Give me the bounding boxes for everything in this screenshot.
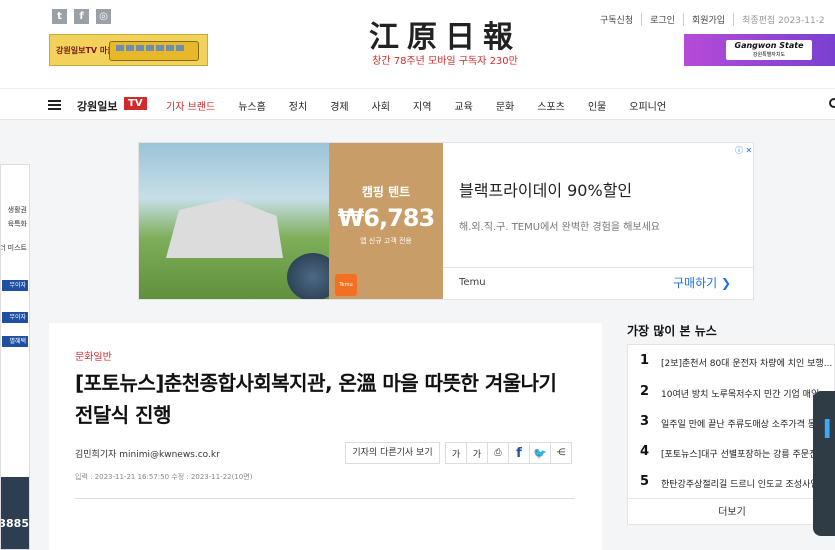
nav-item-news-home[interactable]: 뉴스홈 bbox=[238, 98, 266, 113]
other-articles-button[interactable]: 기자의 다른기사 보기 bbox=[345, 442, 440, 464]
print-icon[interactable]: ⎙ bbox=[487, 442, 509, 464]
tent-photo bbox=[139, 143, 339, 299]
site-header: t f ◎ 강원일보TV 마을버스 江原日報 창간 78주년 모바일 구독자 2… bbox=[0, 0, 835, 88]
popular-rank: 3 bbox=[640, 414, 650, 429]
popular-rank: 2 bbox=[640, 384, 650, 399]
side-ad-line: 별 더 미스트 bbox=[1, 244, 27, 252]
left-side-ad[interactable]: 생활권 육특화 별 더 미스트 무이자 무이자 별혜택 3885 bbox=[0, 164, 30, 550]
font-increase-button[interactable]: 가 bbox=[466, 442, 488, 464]
social-links: t f ◎ bbox=[52, 9, 111, 24]
side-ad-number: 3885 bbox=[0, 517, 29, 530]
popular-news-title: 가장 많이 본 뉴스 bbox=[627, 324, 717, 338]
banner-divider bbox=[443, 267, 753, 268]
nav-item-people[interactable]: 인물 bbox=[588, 98, 606, 113]
site-logo[interactable]: 江原日報 bbox=[340, 12, 550, 56]
nav-item-reporter-brand[interactable]: 기자 브랜드 bbox=[166, 98, 215, 113]
popular-item[interactable]: 2 10여년 방치 노루목저수지 민간 기업 매입... bbox=[628, 377, 835, 406]
main-nav: 강원일보 TV 기자 브랜드 뉴스홈 정치 경제 사회 지역 교육 문화 스포츠… bbox=[0, 88, 835, 120]
share-icon[interactable]: ⋲ bbox=[550, 442, 572, 464]
side-ad-tag: 무이자 bbox=[2, 312, 28, 323]
more-button[interactable]: 더보기 bbox=[628, 498, 835, 526]
temu-banner-ad[interactable]: 캠핑 텐트 ₩6,783 앱 신규 고객 전용 Temu 블랙프라이데이 90%… bbox=[138, 142, 754, 300]
nav-item-economy[interactable]: 경제 bbox=[330, 98, 348, 113]
instagram-icon[interactable]: ◎ bbox=[96, 9, 111, 24]
side-ad-tag: 별혜택 bbox=[2, 336, 28, 347]
right-ad-subtext: 강원특별자치도 bbox=[752, 52, 786, 58]
floating-ad-mark: ▍ bbox=[825, 419, 835, 438]
nav-item-region[interactable]: 지역 bbox=[413, 98, 431, 113]
signup-link[interactable]: 회원가입 bbox=[682, 13, 733, 26]
popular-rank: 5 bbox=[640, 474, 650, 489]
promo-title: 캠핑 텐트 bbox=[361, 185, 411, 199]
article-category[interactable]: 문화일반 bbox=[75, 348, 112, 363]
nav-item-education[interactable]: 교육 bbox=[454, 98, 472, 113]
header-right-ad[interactable]: Gangwon State 강원특별자치도 bbox=[684, 34, 835, 66]
subscribe-link[interactable]: 구독신청 bbox=[600, 13, 641, 26]
nav-items: 기자 브랜드 뉴스홈 정치 경제 사회 지역 교육 문화 스포츠 인물 오피니언 bbox=[166, 98, 689, 113]
last-updated: 최종편집 2023-11-2 bbox=[733, 13, 833, 26]
login-link[interactable]: 로그인 bbox=[641, 13, 683, 26]
article-headline: [포토뉴스]춘천종합사회복지관, 온溫 마을 따뜻한 겨울나기 전달식 진행 bbox=[75, 371, 557, 427]
banner-brand: Temu bbox=[459, 277, 486, 288]
promo-price: ₩6,783 bbox=[337, 204, 435, 232]
article-dates: 입력 : 2023-11-21 16:57:50 수정 : 2023-11-22… bbox=[75, 473, 253, 481]
ad-choices-icon[interactable]: ⓘ ✕ bbox=[735, 145, 752, 156]
article-tools: 가 가 ⎙ f 🐦 ⋲ bbox=[445, 442, 572, 464]
header-left-ad[interactable]: 강원일보TV 마을버스 bbox=[49, 34, 208, 66]
nav-item-culture[interactable]: 문화 bbox=[496, 98, 514, 113]
popular-item[interactable]: 3 일주일 만에 끝난 주류도매상 소주가격 동결 bbox=[628, 407, 835, 436]
side-ad-line: 생활권 bbox=[7, 206, 27, 214]
popular-item[interactable]: 4 [포토뉴스]대구 선별포장하는 강릉 주문진 bbox=[628, 437, 835, 466]
buy-button[interactable]: 구매하기 ❯ bbox=[673, 274, 731, 291]
side-ad-footer: 3885 bbox=[0, 477, 29, 549]
popular-rank: 1 bbox=[640, 353, 650, 368]
twitter-icon[interactable]: t bbox=[52, 9, 67, 24]
nav-item-opinion[interactable]: 오피니언 bbox=[629, 98, 666, 113]
floating-ad[interactable]: ▍ bbox=[813, 391, 835, 536]
right-ad-badge: Gangwon State 강원특별자치도 bbox=[726, 40, 812, 60]
popular-title[interactable]: [포토뉴스]대구 선별포장하는 강릉 주문진 bbox=[661, 447, 835, 460]
popular-title[interactable]: 한탄강주상절리길 드르니 인도교 조성사업 bbox=[661, 477, 835, 490]
nav-item-politics[interactable]: 정치 bbox=[289, 98, 307, 113]
facebook-share-icon[interactable]: f bbox=[508, 442, 530, 464]
tent-shape bbox=[166, 198, 283, 258]
banner-headline[interactable]: 블랙프라이데이 90%할인 bbox=[459, 177, 632, 201]
font-decrease-button[interactable]: 가 bbox=[445, 442, 467, 464]
temu-logo-icon: Temu bbox=[335, 274, 357, 296]
article-byline: 김민희기자 minimi@kwnews.co.kr bbox=[75, 450, 220, 460]
right-ad-text: Gangwon State bbox=[734, 41, 804, 50]
popular-item[interactable]: 1 [2보]춘천서 80대 운전자 차량에 치인 보행... bbox=[628, 346, 835, 375]
twitter-share-icon[interactable]: 🐦 bbox=[529, 442, 551, 464]
side-ad-tag: 무이자 bbox=[2, 280, 28, 291]
nav-item-society[interactable]: 사회 bbox=[372, 98, 390, 113]
utility-links: 구독신청 로그인 회원가입 최종편집 2023-11-2 bbox=[600, 13, 833, 26]
side-ad-line: 육특화 bbox=[7, 220, 27, 228]
nav-item-sports[interactable]: 스포츠 bbox=[537, 98, 565, 113]
menu-icon[interactable] bbox=[48, 100, 61, 110]
nav-brand[interactable]: 강원일보 bbox=[77, 98, 117, 114]
promo-note: 앱 신규 고객 전용 bbox=[360, 237, 412, 245]
article-card: 문화일반 [포토뉴스]춘천종합사회복지관, 온溫 마을 따뜻한 겨울나기 전달식… bbox=[49, 323, 602, 550]
banner-description: 해.외.직.구. TEMU에서 완벽한 경험을 해보세요 bbox=[459, 222, 661, 233]
bus-illustration bbox=[109, 41, 199, 61]
facebook-icon[interactable]: f bbox=[74, 9, 89, 24]
popular-item[interactable]: 5 한탄강주상절리길 드르니 인도교 조성사업 bbox=[628, 467, 835, 496]
promo-panel: 캠핑 텐트 ₩6,783 앱 신규 고객 전용 Temu bbox=[329, 143, 443, 299]
popular-title[interactable]: [2보]춘천서 80대 운전자 차량에 치인 보행... bbox=[661, 356, 835, 369]
popular-rank: 4 bbox=[640, 444, 650, 459]
nav-tv-badge[interactable]: TV bbox=[124, 97, 147, 110]
site-tagline: 창간 78주년 모바일 구독자 230만 bbox=[372, 56, 518, 67]
search-icon[interactable] bbox=[829, 98, 835, 108]
popular-title[interactable]: 일주일 만에 끝난 주류도매상 소주가격 동결 bbox=[661, 417, 835, 430]
popular-title[interactable]: 10여년 방치 노루목저수지 민간 기업 매입... bbox=[661, 387, 835, 400]
article-divider bbox=[75, 498, 575, 499]
popular-news-list: 1 [2보]춘천서 80대 운전자 차량에 치인 보행... 2 10여년 방치… bbox=[627, 344, 835, 525]
